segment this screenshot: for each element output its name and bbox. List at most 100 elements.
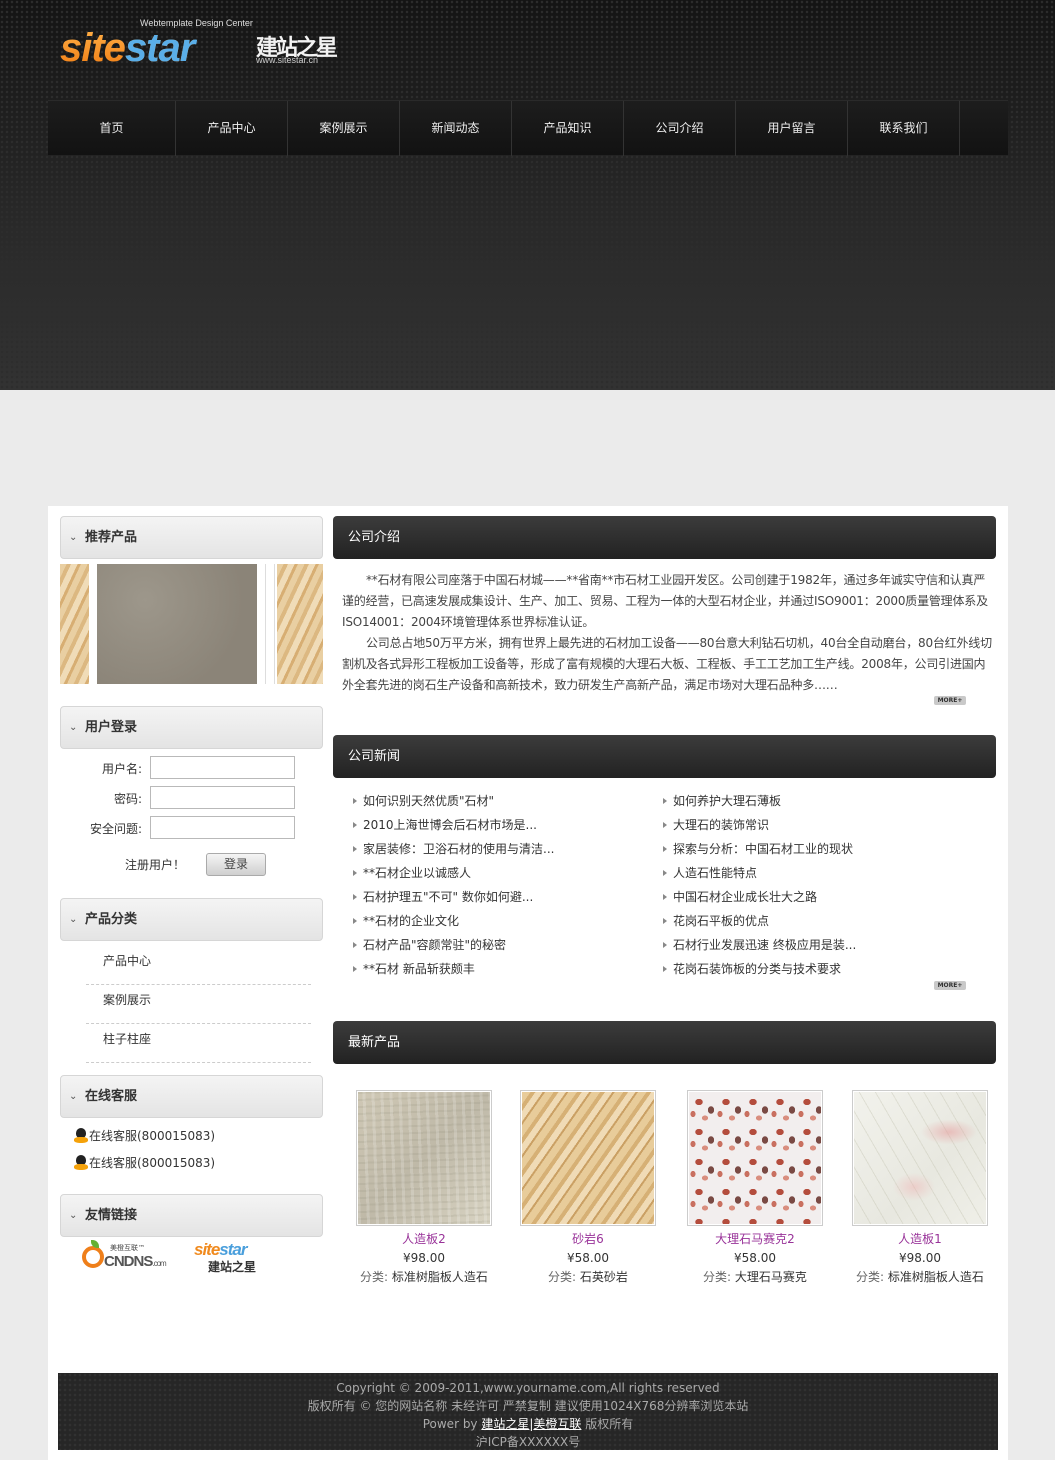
recommended-slider [60,564,323,684]
recommended-title: ⌄ 推荐产品 [60,516,323,559]
news-item[interactable]: **石材企业以诚感人 [353,864,471,884]
category-item-products[interactable]: 产品中心 [86,946,311,985]
chevron-down-icon: ⌄ [69,1210,78,1221]
category-item-cases[interactable]: 案例展示 [86,985,311,1024]
category-value[interactable]: 石英砂岩 [580,1270,628,1284]
service-link-text: 在线客服(800015083) [89,1129,216,1143]
register-link[interactable]: 注册用户！ [125,856,185,873]
security-label: 安全问题: [89,822,142,836]
service-link-text: 在线客服(800015083) [89,1156,216,1170]
footer-power: Power by 建站之星|美橙互联 版权所有 [58,1415,998,1433]
product-thumb[interactable] [60,564,89,684]
site-logo[interactable]: Webtemplate Design Center sitestar 建站之星 … [60,18,350,78]
sitestar-chinese: 建站之星 [208,1260,257,1274]
news-item[interactable]: 石材产品"容颜常驻"的秘密 [353,936,506,956]
cndns-top-text: 美橙互联™ [110,1244,145,1252]
qq-penguin-icon [74,1128,88,1143]
product-image[interactable] [356,1090,492,1226]
username-input[interactable] [150,756,295,779]
nav-item-knowledge[interactable]: 产品知识 [512,101,624,156]
nav-item-guestbook[interactable]: 用户留言 [736,101,848,156]
intro-more-button[interactable]: MORE+ [934,696,966,705]
password-label: 密码: [113,792,142,806]
logo-wordmark-star: star [124,26,195,70]
power-link-cndns[interactable]: 美橙互联 [533,1417,581,1431]
news-item[interactable]: 花岗石平板的优点 [663,912,769,932]
service-title-text: 在线客服 [85,1089,138,1104]
login-button[interactable]: 登录 [206,853,266,876]
password-input[interactable] [150,786,295,809]
category-item-columns[interactable]: 柱子柱座 [86,1024,311,1063]
news-item[interactable]: 中国石材企业成长壮大之路 [663,888,817,908]
news-item[interactable]: 石材行业发展迅速 终极应用是装... [663,936,856,956]
main-nav: 首页 产品中心 案例展示 新闻动态 产品知识 公司介绍 用户留言 联系我们 [48,100,1008,156]
category-value[interactable]: 标准树脂板人造石 [888,1270,984,1284]
news-more-button[interactable]: MORE+ [934,981,966,990]
security-input[interactable] [150,816,295,839]
cndns-logo[interactable]: 美橙互联™ CNDNS.com [82,1240,167,1276]
username-row: 用户名: [60,756,323,780]
nav-item-contact[interactable]: 联系我们 [848,101,960,156]
login-title: ⌄ 用户登录 [60,706,323,749]
service-link[interactable]: 在线客服(800015083) [74,1154,215,1172]
product-name[interactable]: 人造板1 [852,1230,988,1248]
product-name[interactable]: 大理石马赛克2 [687,1230,823,1248]
sitestar-star: star [219,1240,247,1259]
news-item[interactable]: 人造石性能特点 [663,864,757,884]
news-item[interactable]: 2010上海世博会后石材市场是... [353,816,537,836]
chevron-down-icon: ⌄ [69,722,78,733]
news-item[interactable]: 石材护理五"不可" 数你如何避... [353,888,533,908]
product-price: ¥58.00 [567,1251,609,1265]
news-item[interactable]: 如何养护大理石薄板 [663,792,781,812]
footer-rights: 版权所有 © 您的网站名称 未经许可 严禁复制 建议使用1024X768分辨率浏… [307,1399,749,1413]
power-prefix: Power by [422,1417,482,1431]
news-item[interactable]: 探索与分析：中国石材工业的现状 [663,840,853,860]
product-image[interactable] [520,1090,656,1226]
service-link[interactable]: 在线客服(800015083) [74,1127,215,1145]
qq-penguin-icon [74,1155,88,1170]
news-item[interactable]: 花岗石装饰板的分类与技术要求 [663,960,841,980]
product-image[interactable] [687,1090,823,1226]
product-category: 分类: 大理石马赛克 [687,1268,823,1285]
news-item[interactable]: 大理石的装饰常识 [663,816,769,836]
service-title: ⌄ 在线客服 [60,1075,323,1118]
sitestar-logo[interactable]: sitestar 建站之星 [194,1240,284,1276]
content-container: ⌄ 推荐产品 ⌄ 用户登录 用户名: 密码: 安全问题: 注册用户！ 登录 ⌄ … [48,506,1008,1460]
logo-wordmark: sitestar [60,26,195,71]
category-label: 分类: [703,1270,732,1284]
product-card: 人造板1 ¥98.00 分类: 标准树脂板人造石 [852,1090,988,1285]
nav-item-cases[interactable]: 案例展示 [288,101,400,156]
categories-title-text: 产品分类 [85,912,138,927]
links-title: ⌄ 友情链接 [60,1194,323,1237]
category-label: 分类: [548,1270,577,1284]
sitestar-site: site [194,1240,220,1259]
product-category: 分类: 标准树脂板人造石 [852,1268,988,1285]
product-name[interactable]: 砂岩6 [520,1230,656,1248]
category-value[interactable]: 标准树脂板人造石 [392,1270,488,1284]
product-thumb[interactable] [277,564,323,684]
news-item[interactable]: **石材的企业文化 [353,912,459,932]
product-thumb[interactable] [97,564,257,684]
product-name[interactable]: 人造板2 [356,1230,492,1248]
site-footer: Copyright © 2009-2011,www.yourname.com,A… [58,1373,998,1450]
recommended-title-text: 推荐产品 [85,530,138,545]
slider-divider [265,564,275,684]
news-item[interactable]: 家居装修：卫浴石材的使用与清洁... [353,840,554,860]
logo-url: www.sitestar.cn [256,55,319,65]
category-value[interactable]: 大理石马赛克 [735,1270,807,1284]
nav-item-news[interactable]: 新闻动态 [400,101,512,156]
footer-icp[interactable]: 沪ICP备XXXXXX号 [58,1433,998,1451]
news-item[interactable]: 如何识别天然优质"石材" [353,792,494,812]
intro-paragraph: 公司总占地50万平方米，拥有世界上最先进的石材加工设备——80台意大利钻石切机，… [342,636,992,692]
news-item[interactable]: **石材 新品斩获颇丰 [353,960,475,980]
nav-item-about[interactable]: 公司介绍 [624,101,736,156]
product-card: 大理石马赛克2 ¥58.00 分类: 大理石马赛克 [687,1090,823,1285]
nav-item-home[interactable]: 首页 [48,101,176,156]
nav-item-products[interactable]: 产品中心 [176,101,288,156]
category-label: 分类: [360,1270,389,1284]
intro-title: 公司介绍 [333,516,996,559]
power-link-sitestar[interactable]: 建站之星 [481,1417,529,1431]
product-card: 人造板2 ¥98.00 分类: 标准树脂板人造石 [356,1090,492,1285]
product-price: ¥98.00 [899,1251,941,1265]
product-image[interactable] [852,1090,988,1226]
